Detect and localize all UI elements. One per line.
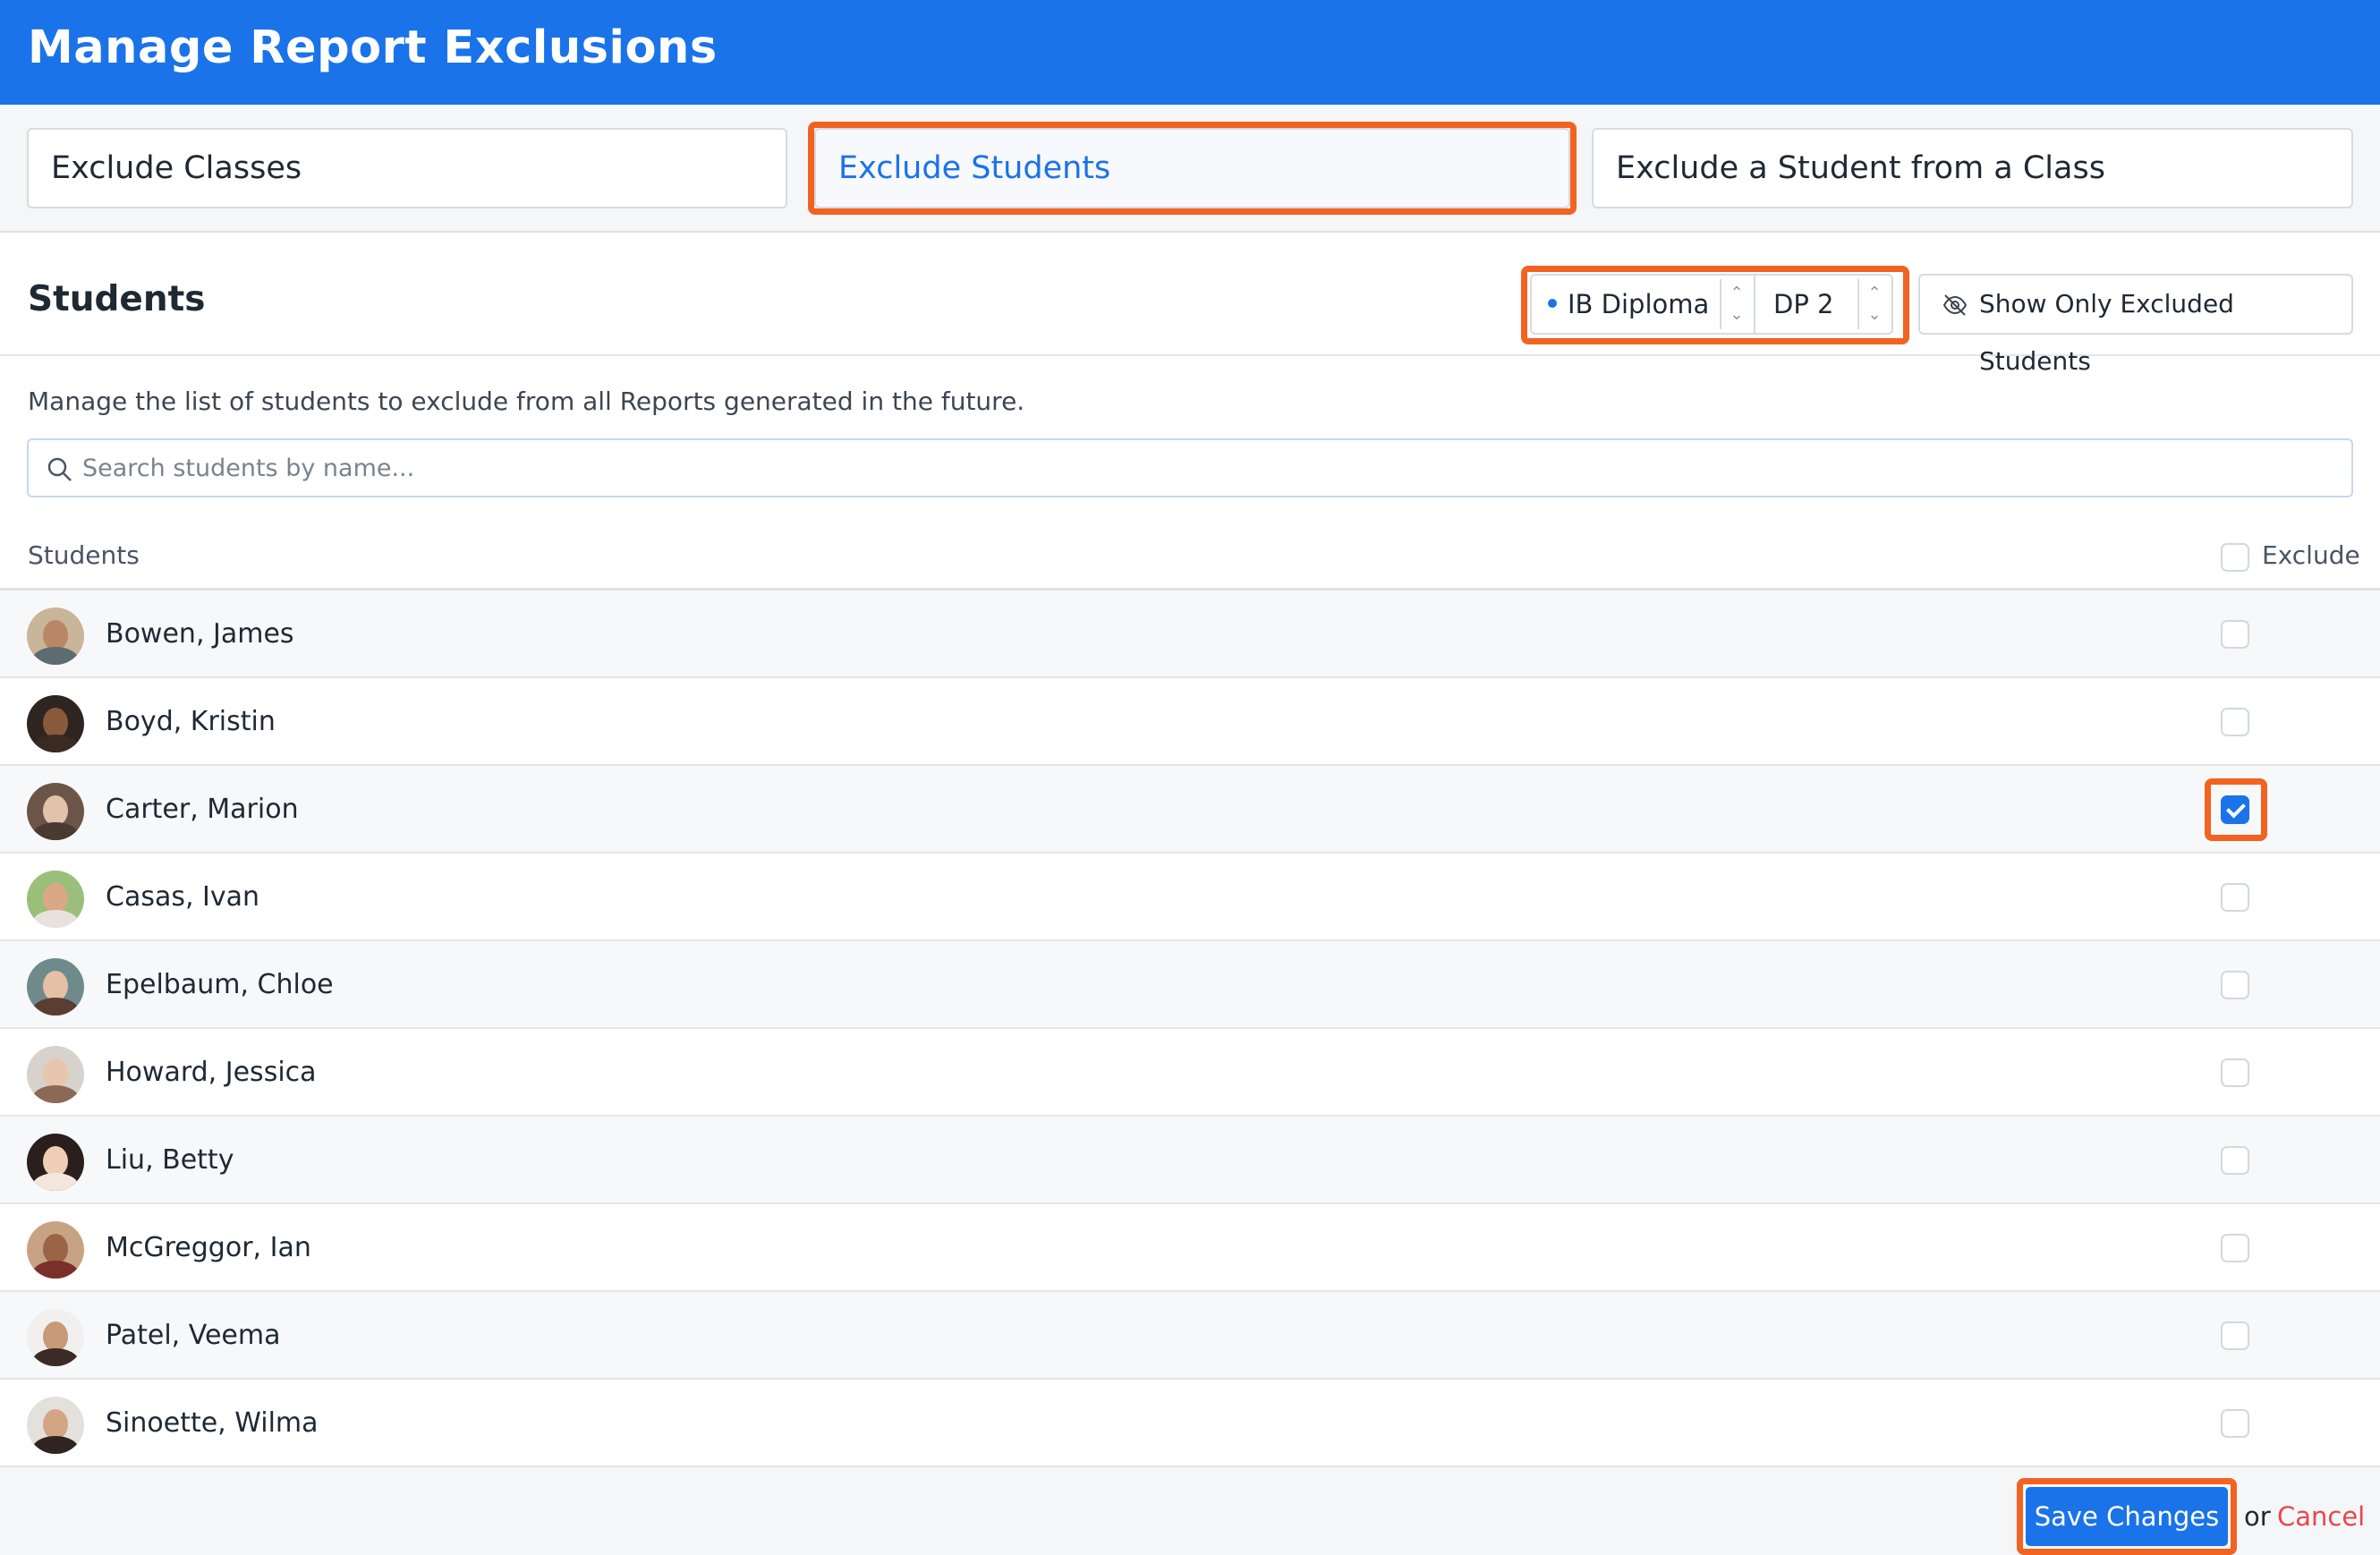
select-all-checkbox[interactable] xyxy=(2221,543,2249,572)
avatar xyxy=(27,695,84,752)
tab-exclude-students[interactable]: Exclude Students xyxy=(814,128,1570,208)
avatar xyxy=(27,1397,84,1454)
save-changes-button[interactable]: Save Changes xyxy=(2026,1487,2228,1546)
cancel-link[interactable]: Cancel xyxy=(2277,1501,2365,1532)
program-select[interactable]: IB Diploma xyxy=(1548,276,1718,333)
student-name: Patel, Veema xyxy=(106,1320,281,1351)
section-title: Students xyxy=(28,279,206,319)
program-select-value: IB Diploma xyxy=(1568,289,1710,319)
student-name: McGreggor, Ian xyxy=(106,1232,311,1263)
exclude-checkbox[interactable] xyxy=(2221,1321,2249,1350)
table-row: Epelbaum, Chloe xyxy=(0,941,2380,1029)
avatar xyxy=(27,1134,84,1191)
table-row: Sinoette, Wilma xyxy=(0,1380,2380,1467)
exclude-checkbox[interactable] xyxy=(2221,708,2249,736)
table-row: Boyd, Kristin xyxy=(0,678,2380,766)
student-name: Carter, Marion xyxy=(106,794,299,825)
tab-exclude-student-from-class[interactable]: Exclude a Student from a Class xyxy=(1592,128,2353,208)
program-select-chevron-icon[interactable]: ⌃ ⌄ xyxy=(1720,279,1752,329)
table-row: Liu, Betty xyxy=(0,1117,2380,1204)
filter-divider xyxy=(1754,276,1755,333)
search-icon xyxy=(47,457,72,481)
grade-select-chevron-icon[interactable]: ⌃ ⌄ xyxy=(1857,279,1890,329)
eye-off-icon xyxy=(1942,294,1968,316)
student-name: Boyd, Kristin xyxy=(106,706,276,737)
exclude-checkbox[interactable] xyxy=(2221,1058,2249,1087)
app-header: Manage Report Exclusions xyxy=(0,0,2380,105)
table-row: Patel, Veema xyxy=(0,1292,2380,1380)
grade-select-value: DP 2 xyxy=(1773,289,1834,319)
table-row: Howard, Jessica xyxy=(0,1029,2380,1117)
tab-exclude-classes[interactable]: Exclude Classes xyxy=(27,128,787,208)
search-box xyxy=(27,438,2353,497)
exclude-checkbox[interactable] xyxy=(2221,1146,2249,1175)
column-header-exclude: Exclude xyxy=(2262,540,2360,570)
table-row: McGreggor, Ian xyxy=(0,1204,2380,1292)
avatar xyxy=(27,1309,84,1366)
table-row: Casas, Ivan xyxy=(0,854,2380,941)
filter-group: IB Diploma ⌃ ⌄ DP 2 ⌃ ⌄ xyxy=(1530,274,1893,335)
or-text: or xyxy=(2244,1501,2271,1532)
dot-icon xyxy=(1548,299,1557,308)
table-row: Bowen, James xyxy=(0,591,2380,678)
student-name: Bowen, James xyxy=(106,618,294,650)
footer-bar: Save Changes or Cancel xyxy=(0,1467,2380,1555)
students-section-header: Students IB Diploma ⌃ ⌄ DP 2 ⌃ ⌄ Show Only… xyxy=(0,234,2380,376)
exclude-checkbox[interactable] xyxy=(2221,883,2249,912)
avatar xyxy=(27,608,84,665)
exclude-checkbox[interactable] xyxy=(2221,795,2249,824)
student-name: Sinoette, Wilma xyxy=(106,1407,319,1439)
student-name: Howard, Jessica xyxy=(106,1057,317,1088)
avatar xyxy=(27,1046,84,1103)
show-only-excluded-button[interactable]: Show Only Excluded Students xyxy=(1918,274,2353,376)
exclude-checkbox[interactable] xyxy=(2221,1234,2249,1262)
grade-select[interactable]: DP 2 xyxy=(1773,276,1854,333)
avatar xyxy=(27,958,84,1015)
show-only-excluded-label: Show Only Excluded Students xyxy=(1979,289,2234,376)
exclude-checkbox[interactable] xyxy=(2221,620,2249,649)
avatar xyxy=(27,871,84,928)
student-list: Bowen, James Boyd, Kristin Carter, Mario… xyxy=(0,591,2380,1467)
section-description: Manage the list of students to exclude f… xyxy=(28,387,1025,416)
table-row: Carter, Marion xyxy=(0,766,2380,854)
page-title: Manage Report Exclusions xyxy=(28,21,718,74)
table-header: Students Exclude xyxy=(0,528,2380,591)
exclude-checkbox[interactable] xyxy=(2221,971,2249,999)
student-name: Liu, Betty xyxy=(106,1144,234,1176)
exclude-checkbox[interactable] xyxy=(2221,1409,2249,1438)
student-name: Casas, Ivan xyxy=(106,881,260,913)
avatar xyxy=(27,1221,84,1279)
search-input[interactable] xyxy=(82,447,2319,489)
student-name: Epelbaum, Chloe xyxy=(106,969,334,1000)
column-header-students: Students xyxy=(28,540,140,570)
tab-bar: Exclude Classes Exclude Students Exclude… xyxy=(0,105,2380,233)
avatar xyxy=(27,783,84,840)
